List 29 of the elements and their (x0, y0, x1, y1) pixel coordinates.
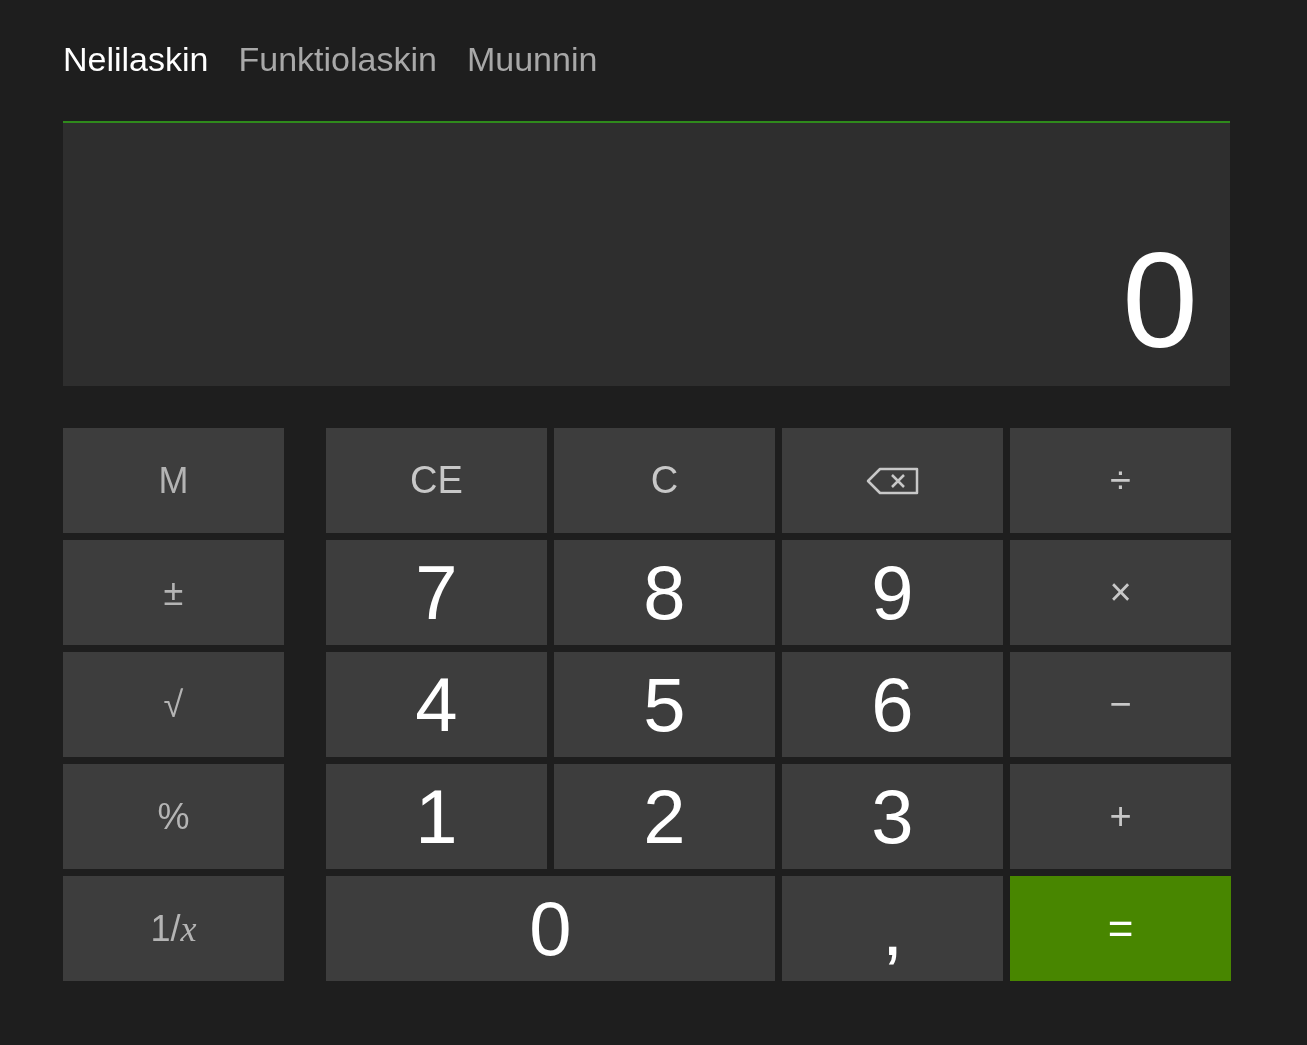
backspace-key[interactable] (782, 428, 1003, 533)
digit-key[interactable]: 5 (554, 652, 775, 757)
calculator-mode-tab[interactable]: Funktiolaskin (238, 40, 437, 79)
calculator-mode-tab[interactable]: Nelilaskin (63, 40, 209, 79)
digit-key[interactable]: 2 (554, 764, 775, 869)
backspace-icon (865, 466, 920, 495)
digit-key[interactable]: 4 (326, 652, 547, 757)
function-key[interactable]: M (63, 428, 284, 533)
function-key[interactable]: √ (63, 652, 284, 757)
digit-key[interactable]: 1 (326, 764, 547, 869)
display-value: 0 (1122, 232, 1198, 368)
equals-key[interactable]: = (1010, 876, 1231, 981)
digit-key[interactable]: 6 (782, 652, 1003, 757)
calculator-mode-tab[interactable]: Muunnin (466, 40, 598, 79)
digit-key[interactable]: 8 (554, 540, 775, 645)
operator-key[interactable]: + (1010, 764, 1231, 869)
function-key[interactable]: 1/x (63, 876, 284, 981)
operator-key[interactable]: ÷ (1010, 428, 1231, 533)
digit-key[interactable]: , (782, 876, 1003, 981)
operator-key[interactable]: C (554, 428, 775, 533)
function-key[interactable]: ± (63, 540, 284, 645)
operator-key[interactable]: CE (326, 428, 547, 533)
digit-key[interactable]: 9 (782, 540, 1003, 645)
function-key[interactable]: % (63, 764, 284, 869)
digit-key[interactable]: 0 (326, 876, 775, 981)
digit-key[interactable]: 7 (326, 540, 547, 645)
operator-key[interactable]: × (1010, 540, 1231, 645)
operator-key[interactable]: − (1010, 652, 1231, 757)
digit-key[interactable]: 3 (782, 764, 1003, 869)
